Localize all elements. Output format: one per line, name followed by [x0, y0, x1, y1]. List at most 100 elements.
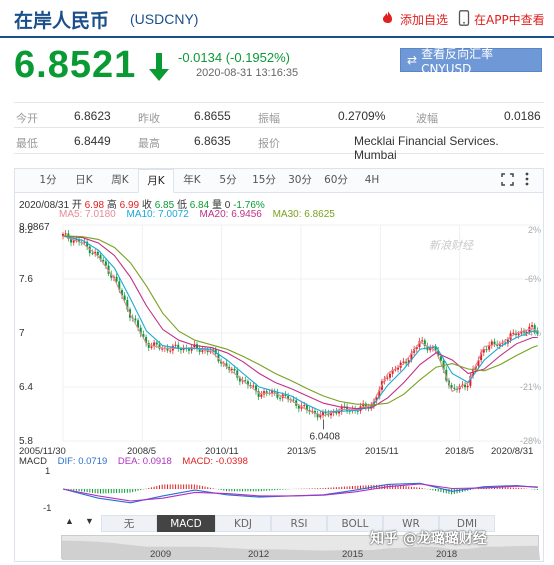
candle-body	[254, 385, 257, 392]
candle-body	[458, 386, 461, 390]
candle-body	[405, 361, 408, 364]
candle-body	[450, 385, 453, 388]
series-line-dea	[62, 483, 538, 502]
candle-body	[62, 234, 64, 236]
ma10-label: MA10: 7.0072	[126, 209, 189, 220]
candle-body	[394, 369, 397, 371]
candle-body	[252, 385, 255, 387]
candle-body	[528, 326, 531, 332]
range-tick-label: 2018	[436, 549, 457, 560]
series-line-ma5	[62, 235, 538, 417]
candle-body	[343, 406, 346, 408]
zhihu-watermark: 知乎 @龙璐璐财经	[370, 531, 487, 547]
stats-row: 最低 6.8449 最高 6.8635 报价 Mecklai Financial…	[14, 128, 544, 162]
tab-60min[interactable]: 60分	[319, 169, 353, 192]
arrow-down-icon	[148, 52, 170, 87]
tab-15min[interactable]: 15分	[247, 169, 281, 192]
y-tick-label: 8.2	[19, 225, 33, 236]
open-in-app-link[interactable]: 在APP中查看	[474, 11, 545, 28]
candle-body	[201, 350, 204, 352]
more-options-icon[interactable]	[525, 171, 529, 190]
phone-icon[interactable]	[458, 10, 470, 31]
fullscreen-icon[interactable]	[501, 173, 514, 189]
candle-body	[198, 348, 201, 352]
candle-body	[330, 412, 333, 416]
candle-body	[131, 317, 134, 319]
candle-body	[531, 325, 534, 327]
nav-up-icon[interactable]: ▲	[65, 516, 74, 526]
candle-body	[99, 255, 102, 260]
range-tick-label: 2012	[248, 549, 269, 560]
nav-down-icon[interactable]: ▼	[85, 516, 94, 526]
indicator-rsi[interactable]: RSI	[271, 515, 327, 532]
indicator-none[interactable]: 无	[101, 515, 157, 532]
candle-body	[426, 346, 429, 351]
candle-body	[536, 330, 539, 334]
candle-body	[469, 375, 472, 386]
candle-body	[504, 342, 507, 344]
tab-30min[interactable]: 30分	[283, 169, 317, 192]
series-line-ma10	[62, 235, 538, 413]
candle-body	[276, 392, 279, 398]
candle-body	[265, 391, 268, 393]
candle-body	[472, 368, 475, 376]
tab-4h[interactable]: 4H	[355, 169, 389, 192]
candle-body	[378, 389, 381, 398]
candle-body	[303, 405, 306, 407]
candle-body	[228, 366, 231, 370]
indicator-kdj[interactable]: KDJ	[215, 515, 271, 532]
tab-year-k[interactable]: 年K	[175, 169, 209, 192]
ma-legend: MA5: 7.0180 MA10: 7.0072 MA20: 6.9456 MA…	[59, 209, 343, 220]
candle-body	[359, 406, 362, 412]
candle-body	[297, 405, 300, 409]
candle-body	[70, 238, 73, 243]
candle-body	[271, 391, 274, 394]
candle-body	[72, 240, 75, 243]
tab-5min[interactable]: 5分	[211, 169, 245, 192]
candle-body	[88, 246, 91, 254]
candle-body	[429, 348, 432, 351]
candle-body	[246, 381, 249, 386]
stat-value: 0.2709%	[338, 109, 386, 123]
stat-label: 波幅	[416, 112, 438, 125]
inverse-rate-button[interactable]: ⇄ 查看反向汇率 CNYUSD	[400, 47, 542, 76]
stat-value: 6.8655	[194, 109, 231, 123]
candle-body	[437, 350, 440, 357]
candle-body	[102, 259, 105, 262]
flame-icon[interactable]	[380, 10, 396, 29]
candle-body	[123, 295, 126, 301]
candle-body	[442, 360, 445, 370]
candle-body	[287, 395, 290, 400]
candle-body	[321, 411, 324, 416]
candle-body	[415, 347, 418, 349]
candle-body	[474, 365, 477, 369]
candle-body	[313, 410, 316, 414]
header-divider	[0, 36, 554, 38]
candle-body	[413, 348, 416, 353]
y-tick-label: 5.8	[19, 436, 33, 447]
tab-week-k[interactable]: 周K	[103, 169, 137, 192]
ma5-label: MA5: 7.0180	[59, 209, 116, 220]
candle-body	[222, 363, 225, 365]
candle-body	[338, 411, 341, 414]
candle-body	[431, 347, 434, 349]
candle-body	[364, 403, 367, 407]
candle-body	[445, 369, 448, 381]
y-tick-label-right: 2%	[528, 225, 541, 235]
candle-body	[284, 394, 287, 396]
y-tick-label-right: -6%	[525, 274, 541, 284]
tab-1min[interactable]: 1分	[31, 169, 65, 192]
indicator-macd[interactable]: MACD	[157, 515, 215, 532]
chart-period-tabs: 1分 日K 周K 月K 年K 5分 15分 30分 60分 4H	[15, 169, 543, 193]
candle-body	[533, 325, 536, 331]
candle-body	[190, 347, 193, 351]
tab-day-k[interactable]: 日K	[67, 169, 101, 192]
tab-month-k[interactable]: 月K	[138, 169, 174, 193]
candle-body	[496, 343, 499, 346]
candle-body	[80, 242, 83, 244]
add-favorite-link[interactable]: 添加自选	[400, 11, 448, 28]
candle-body	[383, 378, 386, 382]
candle-body	[289, 399, 292, 401]
candle-body	[453, 387, 456, 389]
y-tick-label-right: -14%	[520, 328, 541, 338]
